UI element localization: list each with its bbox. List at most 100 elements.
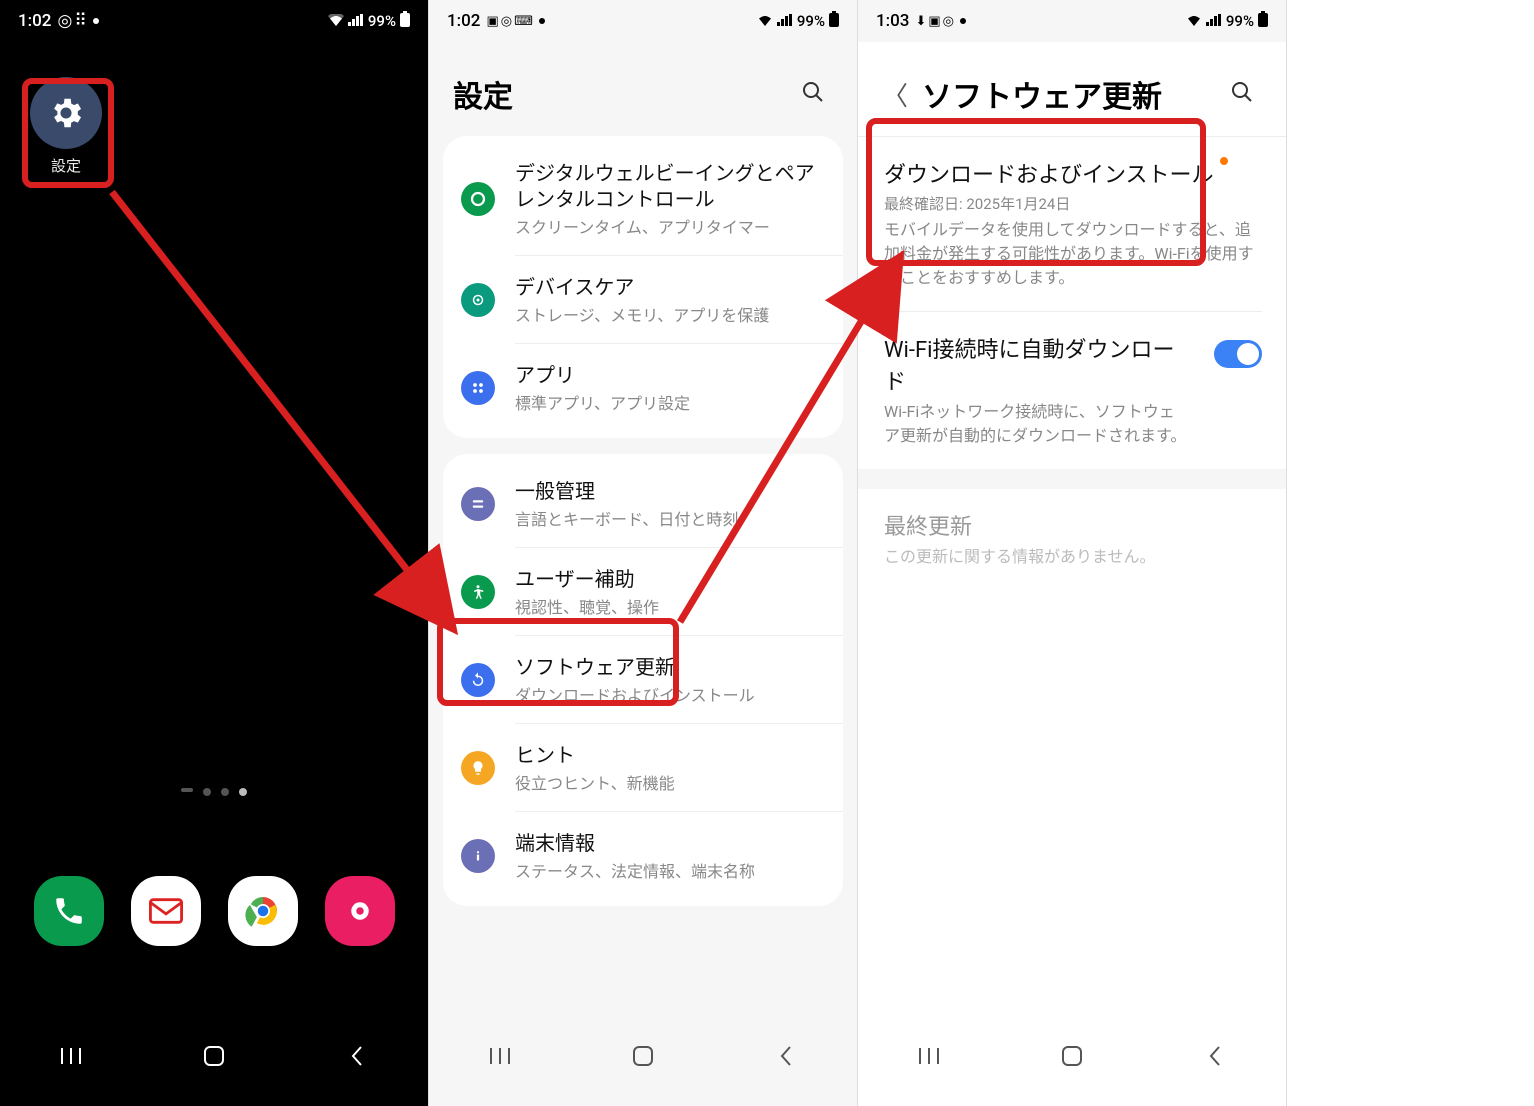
settings-row-general[interactable]: 一般管理 言語とキーボード、日付と時刻 xyxy=(443,460,843,548)
row-title: デバイスケア xyxy=(515,274,825,300)
apps-icon xyxy=(461,371,495,405)
item-desc: この更新に関する情報がありません。 xyxy=(884,545,1260,569)
row-sub: ダウンロードおよびインストール xyxy=(515,682,825,706)
row-title: ユーザー補助 xyxy=(515,566,825,592)
apps-icon: ⠿ xyxy=(74,11,86,31)
row-sub: ストレージ、メモリ、アプリを保護 xyxy=(515,302,825,326)
settings-row-tips[interactable]: ヒント 役立つヒント、新機能 xyxy=(443,724,843,812)
row-title: ヒント xyxy=(515,742,825,768)
settings-row-apps[interactable]: アプリ 標準アプリ、アプリ設定 xyxy=(443,344,843,432)
last-update-item: 最終更新 この更新に関する情報がありません。 xyxy=(858,489,1286,589)
battery-icon xyxy=(829,11,839,31)
screenshot-icon: ▣ xyxy=(928,14,940,29)
home-screen[interactable]: 設定 xyxy=(0,42,428,1106)
auto-download-toggle[interactable] xyxy=(1214,340,1262,368)
nav-bar xyxy=(858,1006,1286,1106)
devicecare-icon xyxy=(461,283,495,317)
settings-row-accessibility[interactable]: ユーザー補助 視認性、聴覚、操作 xyxy=(443,548,843,636)
signal-icon xyxy=(1206,12,1222,30)
info-icon xyxy=(461,839,495,873)
recents-button[interactable] xyxy=(899,1047,959,1065)
back-button[interactable] xyxy=(1185,1045,1245,1067)
keyboard-icon: ⌨ xyxy=(514,14,533,29)
auto-download-item[interactable]: Wi-Fi接続時に自動ダウンロード Wi-Fiネットワーク接続時に、ソフトウェア… xyxy=(858,312,1286,468)
item-title: ダウンロードおよびインストール xyxy=(884,157,1214,189)
status-bar: 1:03 ⬇ ▣ ◎ 99% xyxy=(858,0,1286,42)
clock: 1:02 xyxy=(18,11,51,31)
battery-percent: 99% xyxy=(1226,12,1254,30)
row-sub: 視認性、聴覚、操作 xyxy=(515,594,825,618)
general-icon xyxy=(461,487,495,521)
tips-icon xyxy=(461,751,495,785)
download-icon: ⬇ xyxy=(915,14,926,29)
item-title: Wi-Fi接続時に自動ダウンロード xyxy=(884,332,1260,396)
item-desc: モバイルデータを使用してダウンロードすると、追加料金が発生する可能性があります。… xyxy=(884,218,1260,290)
settings-row-update[interactable]: ソフトウェア更新 ダウンロードおよびインストール xyxy=(443,636,843,724)
status-bar: 1:02 ◎ ⠿ 99% xyxy=(0,0,428,42)
wellbeing-icon xyxy=(461,182,495,216)
mail-app[interactable] xyxy=(131,876,201,946)
row-title: アプリ xyxy=(515,362,825,388)
notification-dot-icon xyxy=(1220,157,1228,165)
nav-bar xyxy=(0,1006,428,1106)
signal-icon xyxy=(348,12,364,30)
location-icon: ◎ xyxy=(501,14,512,29)
page-title: 設定 xyxy=(453,72,793,116)
clock: 1:03 xyxy=(876,11,909,31)
row-sub: 言語とキーボード、日付と時刻 xyxy=(515,506,825,530)
download-install-item[interactable]: ダウンロードおよびインストール 最終確認日: 2025年1月24日 モバイルデー… xyxy=(858,137,1286,310)
search-button[interactable] xyxy=(793,72,833,116)
header: 〈 ソフトウェア更新 xyxy=(858,42,1286,136)
header: 設定 xyxy=(429,42,857,136)
location-icon: ◎ xyxy=(57,11,72,31)
back-button[interactable]: 〈 xyxy=(882,76,908,113)
settings-row-about[interactable]: 端末情報 ステータス、法定情報、端末名称 xyxy=(443,812,843,900)
row-sub: スクリーンタイム、アプリタイマー xyxy=(515,214,825,238)
row-title: 一般管理 xyxy=(515,478,825,504)
recents-button[interactable] xyxy=(470,1047,530,1065)
location-icon: ◎ xyxy=(943,14,954,29)
camera-app[interactable] xyxy=(325,876,395,946)
chrome-app[interactable] xyxy=(228,876,298,946)
home-button[interactable] xyxy=(613,1045,673,1067)
page-indicator xyxy=(0,788,428,796)
item-title: 最終更新 xyxy=(884,509,972,541)
settings-row-wellbeing[interactable]: デジタルウェルビーイングとペアレンタルコントロール スクリーンタイム、アプリタイ… xyxy=(443,142,843,256)
signal-icon xyxy=(777,12,793,30)
row-sub: ステータス、法定情報、端末名称 xyxy=(515,858,825,882)
search-button[interactable] xyxy=(1222,72,1262,116)
status-bar: 1:02 ▣ ◎ ⌨ 99% xyxy=(429,0,857,42)
settings-row-devicecare[interactable]: デバイスケア ストレージ、メモリ、アプリを保護 xyxy=(443,256,843,344)
home-button[interactable] xyxy=(184,1045,244,1067)
row-title: ソフトウェア更新 xyxy=(515,654,825,680)
update-icon xyxy=(461,663,495,697)
gear-icon xyxy=(30,77,102,149)
wifi-icon xyxy=(757,12,773,30)
phone-app[interactable] xyxy=(34,876,104,946)
back-button[interactable] xyxy=(327,1045,387,1067)
wifi-icon xyxy=(328,12,344,30)
battery-percent: 99% xyxy=(797,12,825,30)
more-dot-icon xyxy=(93,18,99,24)
wifi-icon xyxy=(1186,12,1202,30)
screenshot-icon: ▣ xyxy=(486,14,498,29)
settings-app[interactable]: 設定 xyxy=(30,77,102,176)
item-meta: 最終確認日: 2025年1月24日 xyxy=(884,193,1260,214)
home-button[interactable] xyxy=(1042,1045,1102,1067)
nav-bar xyxy=(429,1006,857,1106)
recents-button[interactable] xyxy=(41,1047,101,1065)
row-sub: 役立つヒント、新機能 xyxy=(515,770,825,794)
dock xyxy=(0,876,428,946)
item-desc: Wi-Fiネットワーク接続時に、ソフトウェア更新が自動的にダウンロードされます。 xyxy=(884,400,1260,448)
row-title: 端末情報 xyxy=(515,830,825,856)
more-dot-icon xyxy=(960,18,966,24)
battery-icon xyxy=(1258,11,1268,31)
page-title: ソフトウェア更新 xyxy=(922,72,1222,116)
battery-icon xyxy=(400,11,410,31)
settings-label: 設定 xyxy=(30,155,102,176)
clock: 1:02 xyxy=(447,11,480,31)
more-dot-icon xyxy=(539,18,545,24)
row-title: デジタルウェルビーイングとペアレンタルコントロール xyxy=(515,160,825,212)
battery-percent: 99% xyxy=(368,12,396,30)
back-button[interactable] xyxy=(756,1045,816,1067)
